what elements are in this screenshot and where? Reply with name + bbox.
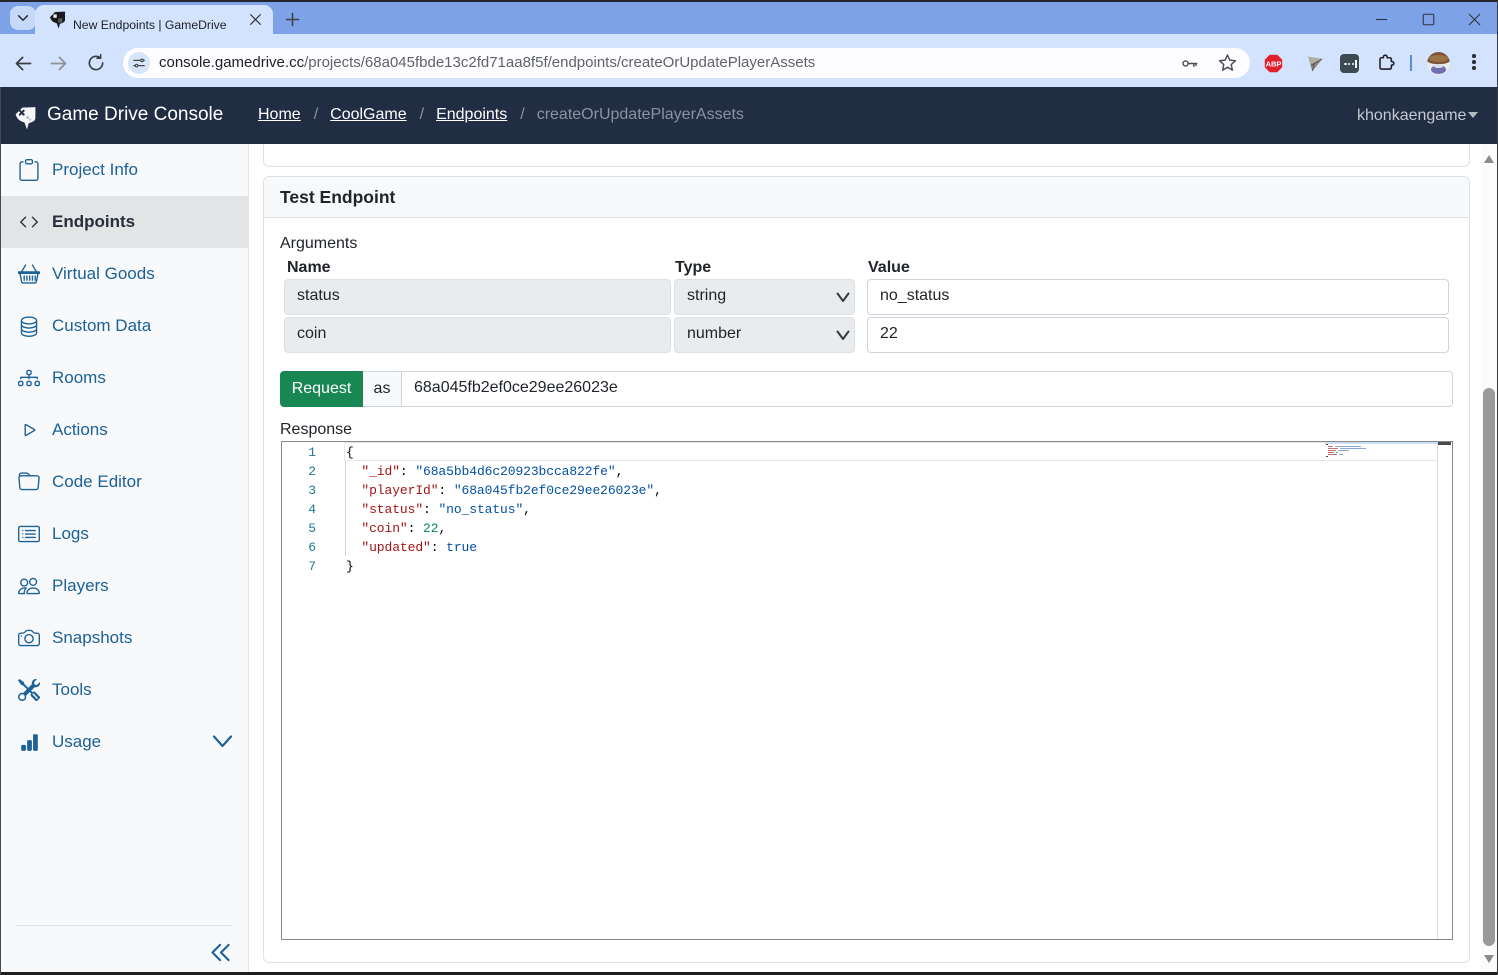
svg-text:ABP: ABP [1266,60,1282,69]
